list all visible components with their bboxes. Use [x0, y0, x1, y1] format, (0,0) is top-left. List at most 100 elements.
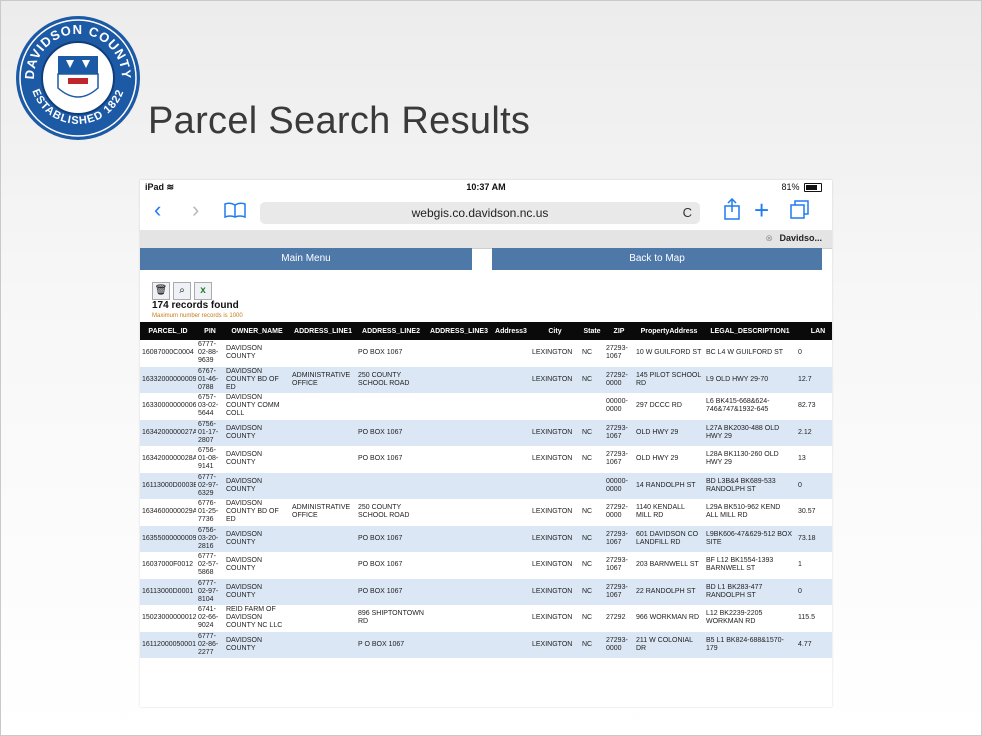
table-row[interactable]: 1634600000029A 6776-01-25-7736 DAVIDSON CO…	[140, 499, 832, 526]
table-cell: 1634200000028A	[140, 446, 196, 473]
ipad-screenshot: iPad ≋ 10:37 AM 81% ‹ › webgis.co.davids…	[140, 180, 832, 707]
table-cell: 1	[796, 552, 832, 579]
close-tab-icon[interactable]: ⊗	[765, 233, 773, 243]
table-cell: BF L12 BK1554-1393 BARNWELL ST	[704, 552, 796, 579]
reload-icon[interactable]: C	[683, 202, 692, 224]
url-bar[interactable]: webgis.co.davidson.nc.us C	[260, 202, 700, 224]
table-row[interactable]: 16332000000009 6767-01-46-0788 DAVIDSON CO…	[140, 366, 832, 393]
excel-export-icon[interactable]: x	[194, 282, 212, 300]
table-cell: PO BOX 1067	[356, 578, 426, 605]
column-header[interactable]: PIN	[196, 322, 224, 340]
table-cell: 250 COUNTY SCHOOL ROAD	[356, 366, 426, 393]
table-cell: 12.7	[796, 366, 832, 393]
table-cell	[290, 446, 356, 473]
share-icon[interactable]	[723, 198, 741, 220]
battery-percent: 81%	[781, 182, 800, 192]
table-cell: L29A BK510-962 KEND ALL MILL RD	[704, 499, 796, 526]
table-row[interactable]: 16113000D0001 6777-02-97-8104 DAVIDSON COU…	[140, 578, 832, 605]
back-to-map-button[interactable]: Back to Map	[492, 248, 822, 270]
table-cell: NC	[580, 446, 604, 473]
search-icon[interactable]: ⌕	[173, 282, 191, 300]
clock: 10:37 AM	[466, 182, 506, 192]
table-cell: L6 BK415-668&624-746&747&1932-645	[704, 393, 796, 420]
table-row[interactable]: 1634200000028A 6756-01-08-9141 DAVIDSON CO…	[140, 446, 832, 473]
table-cell	[426, 446, 492, 473]
table-cell: 1634200000027A	[140, 419, 196, 446]
table-cell: NC	[580, 499, 604, 526]
table-cell: DAVIDSON COUNTY	[224, 578, 290, 605]
table-cell: 27293-1067	[604, 446, 634, 473]
table-cell: 6741-02-66-9024	[196, 605, 224, 632]
table-cell: 6777-02-97-6329	[196, 472, 224, 499]
table-cell: L27A BK2030-488 OLD HWY 29	[704, 419, 796, 446]
back-arrow-icon[interactable]: ‹	[154, 199, 161, 221]
table-cell: 6767-01-46-0788	[196, 366, 224, 393]
table-row[interactable]: 15023000000012 6741-02-66-9024 REID FARM O…	[140, 605, 832, 632]
status-bar: iPad ≋ 10:37 AM 81%	[140, 180, 832, 194]
table-cell	[492, 631, 530, 658]
table-cell: LEXINGTON	[530, 446, 580, 473]
column-header[interactable]: Address3	[492, 322, 530, 340]
column-header[interactable]: State	[580, 322, 604, 340]
table-cell: 6757-03-02-5644	[196, 393, 224, 420]
tabs-icon[interactable]	[790, 200, 810, 220]
main-menu-button[interactable]: Main Menu	[140, 248, 472, 270]
table-cell: LEXINGTON	[530, 340, 580, 367]
table-cell: 16112000050001	[140, 631, 196, 658]
table-cell: PO BOX 1067	[356, 340, 426, 367]
table-cell: 27292	[604, 605, 634, 632]
column-header[interactable]: ADDRESS_LINE2	[356, 322, 426, 340]
table-cell: 6756-01-17-2807	[196, 419, 224, 446]
table-cell: 16113000D0003B	[140, 472, 196, 499]
table-cell	[290, 631, 356, 658]
table-cell	[492, 525, 530, 552]
table-cell	[492, 472, 530, 499]
table-row[interactable]: 16112000050001 6777-02-86-2277 DAVIDSON CO…	[140, 631, 832, 658]
column-header[interactable]: LAN	[796, 322, 832, 340]
table-row[interactable]: 1634200000027A 6756-01-17-2807 DAVIDSON CO…	[140, 419, 832, 446]
column-header[interactable]: ADDRESS_LINE3	[426, 322, 492, 340]
column-header[interactable]: PARCEL_ID	[140, 322, 196, 340]
table-cell: DAVIDSON COUNTY	[224, 446, 290, 473]
forward-arrow-icon[interactable]: ›	[192, 199, 199, 221]
browser-toolbar: ‹ › webgis.co.davidson.nc.us C +	[140, 194, 832, 228]
column-header[interactable]: ADDRESS_LINE1	[290, 322, 356, 340]
table-cell: NC	[580, 552, 604, 579]
column-header[interactable]: ZIP	[604, 322, 634, 340]
book-icon[interactable]	[224, 202, 246, 218]
table-cell: 0	[796, 472, 832, 499]
column-header[interactable]: LEGAL_DESCRIPTION1	[704, 322, 796, 340]
table-row[interactable]: 16330000000006 6757-03-02-5644 DAVIDSON CO…	[140, 393, 832, 420]
table-cell: L9 OLD HWY 29-70	[704, 366, 796, 393]
trash-icon[interactable]: 🗑	[152, 282, 170, 300]
table-cell: 297 DCCC RD	[634, 393, 704, 420]
table-cell: LEXINGTON	[530, 552, 580, 579]
table-row[interactable]: 16087000C0004 6777-02-88-9639 DAVIDSON COU…	[140, 340, 832, 367]
table-cell: 00000-0000	[604, 472, 634, 499]
table-row[interactable]: 16355000000009 6756-03-20-2816 DAVIDSON CO…	[140, 525, 832, 552]
table-cell: 73.18	[796, 525, 832, 552]
table-cell: LEXINGTON	[530, 366, 580, 393]
table-cell	[492, 366, 530, 393]
table-cell: DAVIDSON COUNTY BD OF ED	[224, 366, 290, 393]
table-cell: 27292-0000	[604, 366, 634, 393]
table-cell: NC	[580, 525, 604, 552]
table-cell: NC	[580, 419, 604, 446]
table-cell: 16330000000006	[140, 393, 196, 420]
table-cell: 211 W COLONIAL DR	[634, 631, 704, 658]
column-header[interactable]: OWNER_NAME	[224, 322, 290, 340]
table-row[interactable]: 16037000F0012 6777-02-57-5868 DAVIDSON COU…	[140, 552, 832, 579]
table-cell: OLD HWY 29	[634, 419, 704, 446]
column-header[interactable]: PropertyAddress	[634, 322, 704, 340]
table-cell	[426, 472, 492, 499]
table-cell: BD L1 BK283-477 RANDOLPH ST	[704, 578, 796, 605]
browser-tab[interactable]: ⊗ Davidso...	[765, 233, 822, 244]
results-table-container: PARCEL_ID PIN OWNER_NAME ADDRESS_LINE1 ADDRE…	[140, 322, 832, 707]
table-row[interactable]: 16113000D0003B 6777-02-97-6329 DAVIDSON CO…	[140, 472, 832, 499]
column-header[interactable]: City	[530, 322, 580, 340]
add-tab-icon[interactable]: +	[754, 197, 769, 223]
max-records-note: Maximum number records is 1000	[152, 313, 243, 319]
table-cell: 966 WORKMAN RD	[634, 605, 704, 632]
table-cell: 27293-1067	[604, 552, 634, 579]
table-cell: 27293-0000	[604, 631, 634, 658]
